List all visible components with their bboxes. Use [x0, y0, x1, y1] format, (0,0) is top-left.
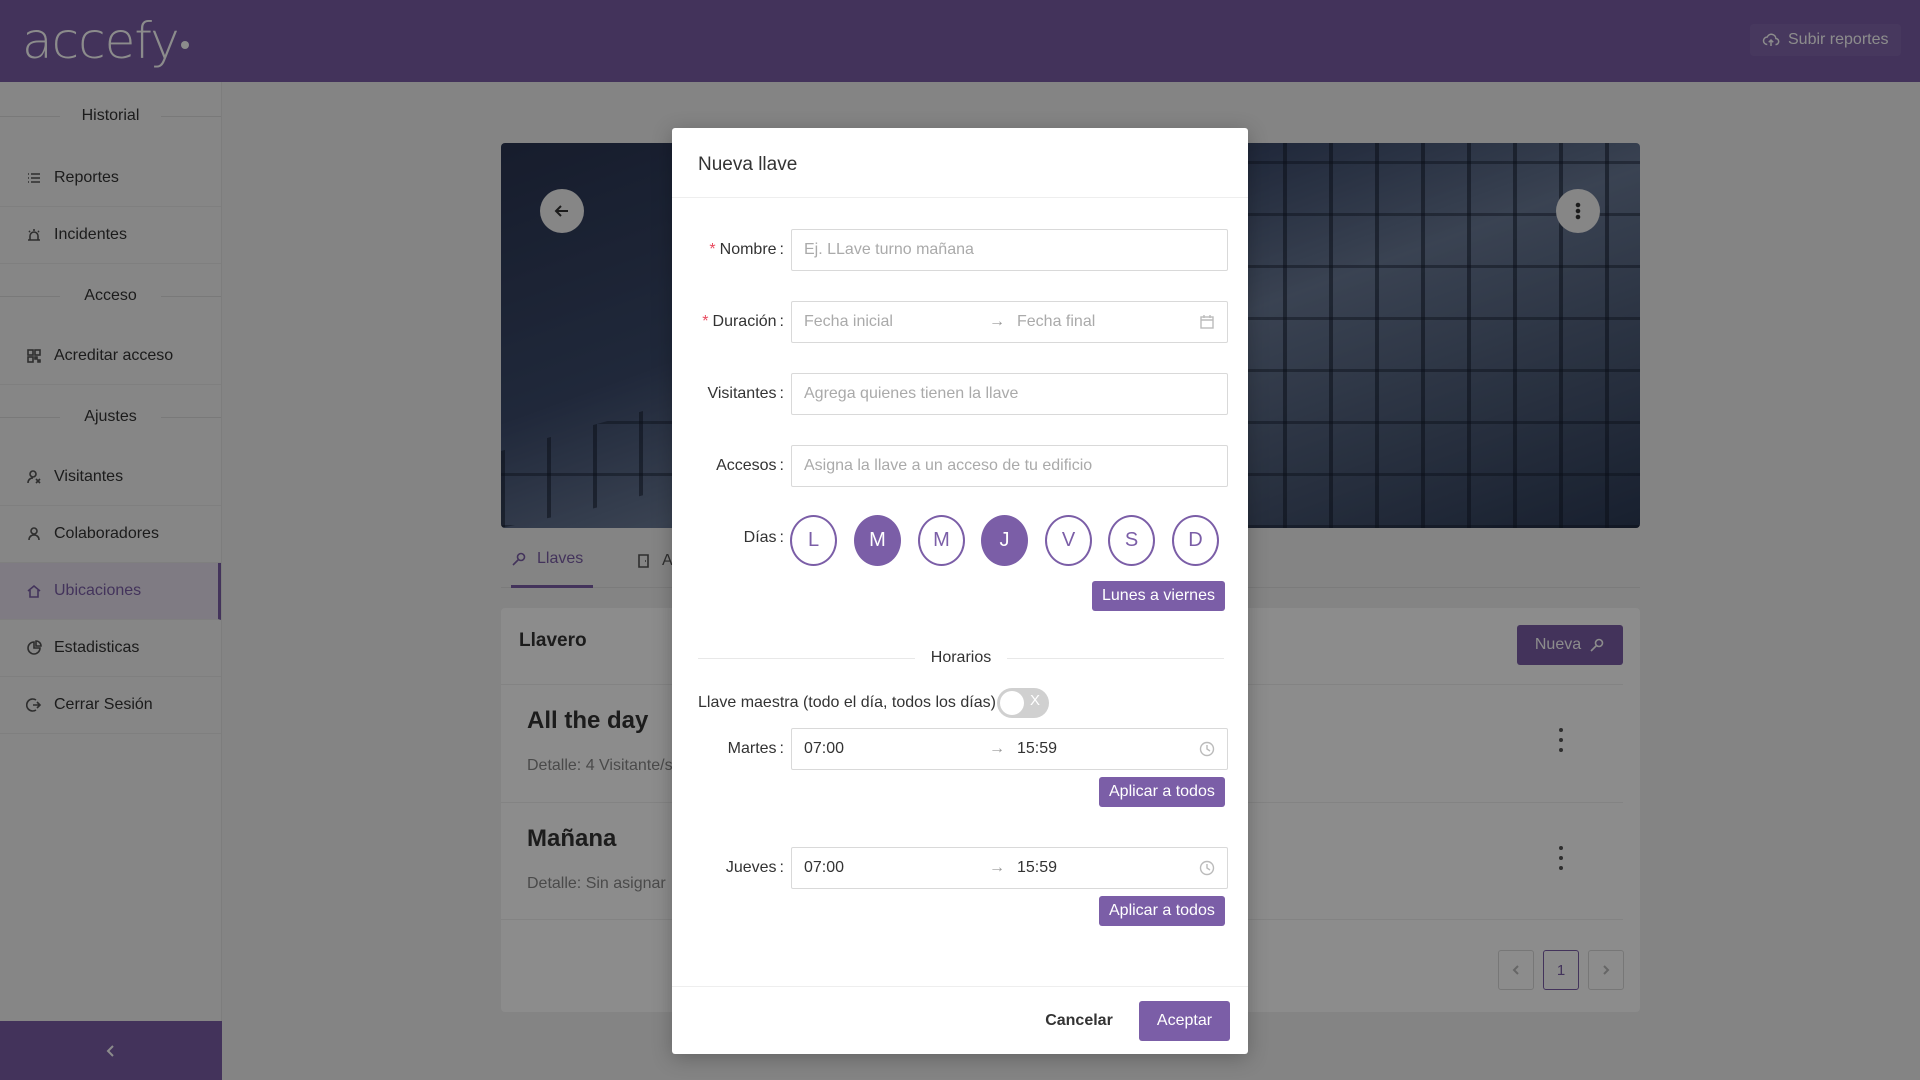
- calendar-icon: [1200, 315, 1214, 329]
- apply-to-all-button[interactable]: Aplicar a todos: [1099, 896, 1225, 926]
- schedule-divider: Horarios: [698, 648, 1224, 668]
- schedule-day-label: Jueves:: [725, 859, 784, 876]
- duracion-label: * Duración:: [702, 313, 784, 330]
- clock-icon: [1199, 741, 1215, 757]
- day-toggle-martes[interactable]: M: [854, 515, 901, 566]
- range-arrow-icon: →: [989, 740, 1005, 757]
- end-time-input[interactable]: 15:59: [1017, 848, 1057, 888]
- nombre-label: * Nombre:: [709, 241, 784, 258]
- accesos-label: Accesos:: [716, 457, 784, 474]
- day-toggle-miercoles[interactable]: M: [918, 515, 965, 566]
- time-range-jueves[interactable]: 07:00 → 15:59: [791, 847, 1228, 889]
- time-range-martes[interactable]: 07:00 → 15:59: [791, 728, 1228, 770]
- start-date-input[interactable]: Fecha inicial: [804, 302, 893, 342]
- end-date-input[interactable]: Fecha final: [1017, 302, 1095, 342]
- apply-to-all-button[interactable]: Aplicar a todos: [1099, 777, 1225, 807]
- day-toggle-viernes[interactable]: V: [1045, 515, 1092, 566]
- switch-knob: [1000, 691, 1024, 715]
- master-key-switch[interactable]: X: [997, 688, 1049, 718]
- start-time-input[interactable]: 07:00: [804, 729, 844, 769]
- weekdays-button[interactable]: Lunes a viernes: [1092, 581, 1225, 611]
- start-time-input[interactable]: 07:00: [804, 848, 844, 888]
- day-toggle-jueves[interactable]: J: [981, 515, 1028, 566]
- visitantes-select[interactable]: Agrega quienes tienen la llave: [791, 373, 1228, 415]
- master-key-label: Llave maestra (todo el día, todos los dí…: [698, 694, 996, 711]
- dias-label: Días:: [743, 529, 784, 546]
- day-toggle-lunes[interactable]: L: [790, 515, 837, 566]
- schedule-row-martes: Martes: 07:00 → 15:59: [698, 728, 1228, 770]
- duracion-row: * Duración: Fecha inicial → Fecha final: [698, 301, 1228, 343]
- schedule-row-jueves: Jueves: 07:00 → 15:59: [698, 847, 1228, 889]
- modal-title: Nueva llave: [672, 128, 1248, 198]
- schedule-day-label: Martes:: [727, 740, 784, 757]
- day-toggle-domingo[interactable]: D: [1172, 515, 1219, 566]
- modal-footer: Cancelar Aceptar: [672, 986, 1248, 1054]
- accesos-row: Accesos: Asigna la llave a un acceso de …: [698, 445, 1228, 487]
- visitantes-label: Visitantes:: [707, 385, 784, 402]
- duracion-date-range[interactable]: Fecha inicial → Fecha final: [791, 301, 1228, 343]
- range-arrow-icon: →: [989, 859, 1005, 876]
- accept-button[interactable]: Aceptar: [1139, 1001, 1230, 1041]
- visitantes-row: Visitantes: Agrega quienes tienen la lla…: [698, 373, 1228, 415]
- end-time-input[interactable]: 15:59: [1017, 729, 1057, 769]
- day-toggle-sabado[interactable]: S: [1108, 515, 1155, 566]
- range-arrow-icon: →: [989, 313, 1005, 330]
- nombre-input[interactable]: Ej. LLave turno mañana: [791, 229, 1228, 271]
- new-key-modal: Nueva llave * Nombre: Ej. LLave turno mañ…: [672, 128, 1248, 1054]
- cancel-button[interactable]: Cancelar: [1034, 1001, 1124, 1041]
- accesos-select[interactable]: Asigna la llave a un acceso de tu edific…: [791, 445, 1228, 487]
- nombre-row: * Nombre: Ej. LLave turno mañana: [698, 229, 1228, 271]
- clock-icon: [1199, 860, 1215, 876]
- switch-off-symbol: X: [1029, 692, 1040, 709]
